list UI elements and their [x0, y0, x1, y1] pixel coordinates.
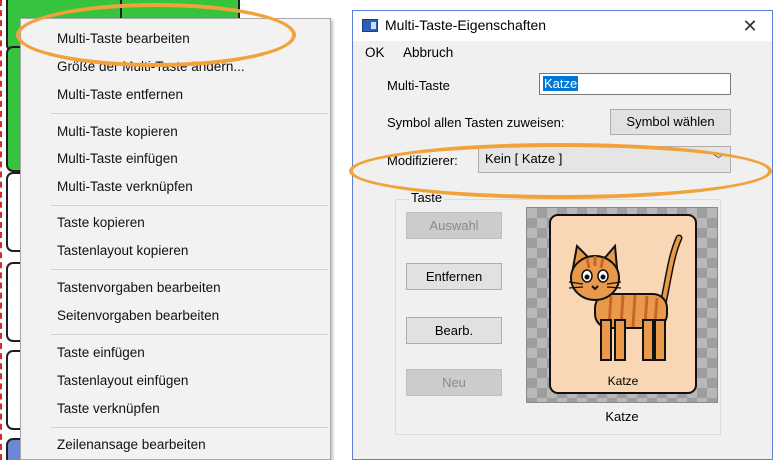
menu-item-remove-multikey[interactable]: Multi-Taste entfernen	[21, 81, 330, 109]
menu-item-link-key[interactable]: Taste verknüpfen	[21, 395, 330, 423]
symbol-card-label: Katze	[607, 374, 639, 388]
name-input[interactable]: Katze	[539, 73, 731, 95]
selection-border	[0, 0, 4, 460]
name-label: Multi-Taste	[387, 78, 450, 93]
app-icon	[362, 19, 378, 32]
app-background: Multi-Taste bearbeiten Größe der Multi-T…	[0, 0, 335, 460]
menu-item-copy-layout[interactable]: Tastenlayout kopieren	[21, 237, 330, 265]
menu-item-edit-row-announcement[interactable]: Zeilenansage bearbeiten	[21, 431, 330, 459]
menu-item-edit-key-defaults[interactable]: Tastenvorgaben bearbeiten	[21, 274, 330, 302]
menu-separator	[51, 334, 328, 335]
menu-item-edit-multikey[interactable]: Multi-Taste bearbeiten	[21, 25, 330, 53]
menu-separator	[51, 113, 328, 114]
remove-button[interactable]: Entfernen	[406, 263, 502, 290]
cat-icon	[568, 234, 683, 361]
edit-button[interactable]: Bearb.	[406, 317, 502, 344]
menu-item-resize-multikey[interactable]: Größe der Multi-Taste ändern...	[21, 53, 330, 81]
new-button[interactable]: Neu	[406, 369, 502, 396]
choose-symbol-button[interactable]: Symbol wählen	[610, 109, 731, 135]
menu-separator	[51, 427, 328, 428]
menu-item-copy-multikey[interactable]: Multi-Taste kopieren	[21, 118, 330, 146]
menu-item-link-multikey[interactable]: Multi-Taste verknüpfen	[21, 173, 330, 201]
menu-cancel[interactable]: Abbruch	[403, 45, 453, 60]
modifier-value: Kein [ Katze ]	[485, 151, 563, 166]
modifier-label: Modifizierer:	[387, 153, 458, 168]
dialog-menubar: OK Abbruch	[353, 43, 772, 63]
modifier-dropdown[interactable]: Kein [ Katze ] ﹀	[478, 146, 731, 173]
multikey-properties-dialog: Multi-Taste-Eigenschaften ✕ OK Abbruch M…	[352, 10, 773, 460]
name-input-value: Katze	[543, 76, 579, 91]
dialog-titlebar: Multi-Taste-Eigenschaften ✕	[353, 11, 772, 41]
chevron-down-icon: ﹀	[713, 154, 724, 166]
symbol-card: Katze	[549, 214, 697, 394]
menu-item-edit-page-defaults[interactable]: Seitenvorgaben bearbeiten	[21, 302, 330, 330]
menu-item-insert-key[interactable]: Taste einfügen	[21, 339, 330, 367]
menu-item-copy-key[interactable]: Taste kopieren	[21, 209, 330, 237]
symbol-caption: Katze	[605, 409, 639, 424]
menu-item-insert-layout[interactable]: Tastenlayout einfügen	[21, 367, 330, 395]
symbol-preview[interactable]: Katze	[526, 207, 718, 403]
dialog-title: Multi-Taste-Eigenschaften	[385, 17, 547, 33]
close-button[interactable]: ✕	[728, 11, 772, 41]
menu-item-paste-multikey[interactable]: Multi-Taste einfügen	[21, 145, 330, 173]
menu-separator	[51, 205, 328, 206]
context-menu: Multi-Taste bearbeiten Größe der Multi-T…	[20, 18, 331, 460]
key-group-label: Taste	[409, 190, 445, 205]
symbol-all-label: Symbol allen Tasten zuweisen:	[387, 115, 565, 130]
select-button[interactable]: Auswahl	[406, 212, 502, 239]
menu-ok[interactable]: OK	[365, 45, 385, 60]
menu-separator	[51, 269, 328, 270]
